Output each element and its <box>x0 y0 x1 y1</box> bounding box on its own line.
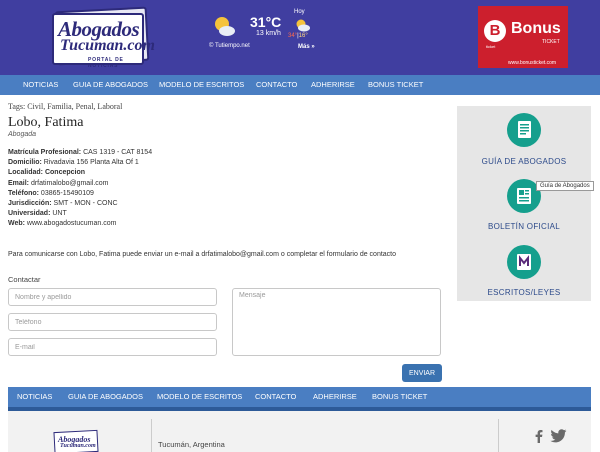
weather-today-label: Hoy <box>294 9 305 15</box>
info-jurisdiccion: Jurisdicción: SMT - MON - CONC <box>8 200 118 207</box>
info-label: Teléfono: <box>8 190 39 197</box>
info-web: Web: www.abogadostucuman.com <box>8 220 116 227</box>
footer-logo-line2: Tucuman.com <box>60 443 96 449</box>
facebook-icon[interactable] <box>532 429 546 443</box>
info-label: Universidad: <box>8 210 51 217</box>
sidebar-item-guia[interactable]: GUÍA DE ABOGADOS <box>457 106 591 172</box>
info-value: 03865-15490109 <box>38 190 94 197</box>
info-label: Jurisdicción: <box>8 200 52 207</box>
footer-location: Tucumán, Argentina <box>158 440 225 449</box>
main-nav: NOTICIAS GUIA DE ABOGADOS MODELO DE ESCR… <box>0 75 600 95</box>
info-matricula: Matrícula Profesional: CAS 1319 - CAT 81… <box>8 149 152 156</box>
footer-logo[interactable]: Abogados Tucuman.com <box>52 429 100 452</box>
message-textarea[interactable] <box>232 288 441 356</box>
info-label: Matrícula Profesional: <box>8 149 82 156</box>
profile-name: Lobo, Fatima <box>8 115 84 130</box>
info-value: Concepcion <box>43 169 86 176</box>
info-label: Email: <box>8 180 30 187</box>
sidebar-item-escritos[interactable]: ESCRITOS/LEYES <box>457 238 591 301</box>
footer-divider <box>151 419 152 452</box>
sun-cloud-icon <box>215 17 235 36</box>
weather-credit[interactable]: © Tutiempo.net <box>209 43 250 49</box>
info-value: Rivadavia 156 Planta Alta Of 1 <box>41 159 139 166</box>
logo-line2: Tucuman.com <box>60 37 155 54</box>
weather-temperature: 31°C <box>250 14 282 30</box>
sidebar-label-guia: GUÍA DE ABOGADOS <box>481 157 567 166</box>
bonus-logo-icon: B <box>484 20 506 42</box>
info-email: Email: drfatimalobo@gmail.com <box>8 180 108 187</box>
nav-item-noticias[interactable]: NOTICIAS <box>23 75 58 95</box>
info-label: Localidad: <box>8 169 44 176</box>
nav-item-contacto[interactable]: CONTACTO <box>256 75 297 95</box>
guide-book-icon <box>507 113 541 147</box>
footer-nav-adherirse[interactable]: ADHERIRSE <box>313 387 357 407</box>
weather-more-link[interactable]: Más » <box>298 44 315 50</box>
logo-tagline: PORTAL DE NOTICIAS <box>88 57 124 69</box>
bonus-ticket-ad[interactable]: B Bonus ticket TICKET www.bonusticket.co… <box>478 6 568 68</box>
info-label: Domicilio: <box>8 159 42 166</box>
info-value: SMT - MON - CONC <box>51 200 118 207</box>
info-label: Web: <box>8 220 25 227</box>
ad-ticket-label: TICKET <box>542 39 560 45</box>
ad-ticket-small: ticket <box>486 44 496 49</box>
send-button[interactable]: ENVIAR <box>402 364 442 382</box>
weather-max: 34° <box>288 33 298 39</box>
nav-item-guia-de-abogados[interactable]: GUIA DE ABOGADOS <box>73 75 148 95</box>
footer-nav: NOTICIAS GUIA DE ABOGADOS MODELO DE ESCR… <box>8 387 591 407</box>
ad-brand: Bonus <box>511 20 561 37</box>
weather-wind: 13 km/h <box>256 30 281 37</box>
footer-nav-bonus-ticket[interactable]: BONUS TICKET <box>372 387 427 407</box>
footer-nav-guia-de-abogados[interactable]: GUIA DE ABOGADOS <box>68 387 143 407</box>
weather-min: 16° <box>298 33 308 39</box>
info-value: CAS 1319 - CAT 8154 <box>81 149 153 156</box>
info-telefono: Teléfono: 03865-15490109 <box>8 190 94 197</box>
info-value[interactable]: drfatimalobo@gmail.com <box>29 180 109 187</box>
nav-item-modelo-de-escritos[interactable]: MODELO DE ESCRITOS <box>159 75 244 95</box>
info-domicilio: Domicilio: Rivadavia 156 Planta Alta Of … <box>8 159 139 166</box>
sidebar: GUÍA DE ABOGADOS BOLETÍN OFICIAL ESCRITO… <box>457 106 591 301</box>
sidebar-label-boletin: BOLETÍN OFICIAL <box>487 222 561 231</box>
sidebar-tooltip: Guía de Abogados <box>536 181 594 191</box>
nav-item-adherirse[interactable]: ADHERIRSE <box>311 75 355 95</box>
site-footer: Abogados Tucuman.com Tucumán, Argentina <box>8 411 591 452</box>
contact-message: Para comunicarse con Lobo, Fatima puede … <box>8 251 397 258</box>
weather-widget[interactable]: 31°C 13 km/h © Tutiempo.net Hoy 34°|16° … <box>206 6 336 66</box>
contact-form-title: Contactar <box>8 275 41 284</box>
email-input[interactable] <box>8 338 217 356</box>
footer-nav-modelo-de-escritos[interactable]: MODELO DE ESCRITOS <box>157 387 242 407</box>
nav-item-bonus-ticket[interactable]: BONUS TICKET <box>368 75 423 95</box>
site-header: Abogados Tucuman.com PORTAL DE NOTICIAS … <box>0 0 600 75</box>
info-value[interactable]: www.abogadostucuman.com <box>25 220 117 227</box>
name-input[interactable] <box>8 288 217 306</box>
site-logo[interactable]: Abogados Tucuman.com PORTAL DE NOTICIAS <box>48 6 155 69</box>
footer-nav-noticias[interactable]: NOTICIAS <box>17 387 52 407</box>
info-value: UNT <box>50 210 67 217</box>
info-localidad: Localidad: Concepcion <box>8 169 85 176</box>
phone-input[interactable] <box>8 313 217 331</box>
small-sun-cloud-icon <box>296 19 310 32</box>
document-m-icon <box>507 245 541 279</box>
footer-divider <box>498 419 499 452</box>
profile-tags[interactable]: Tags: Civil, Familia, Penal, Laboral <box>8 102 122 111</box>
sidebar-label-escritos: ESCRITOS/LEYES <box>487 288 561 297</box>
ad-url: www.bonusticket.com <box>508 60 557 66</box>
profile-role: Abogada <box>8 131 37 138</box>
weather-minmax: 34°|16° <box>288 33 308 39</box>
footer-nav-contacto[interactable]: CONTACTO <box>255 387 296 407</box>
info-universidad: Universidad: UNT <box>8 210 67 217</box>
twitter-icon[interactable] <box>550 429 567 443</box>
